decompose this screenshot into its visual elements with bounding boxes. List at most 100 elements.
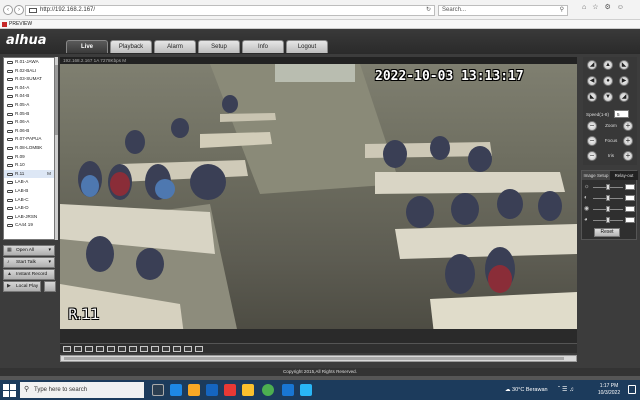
- camera-list-item[interactable]: R.11 M: [4, 169, 54, 179]
- instant-record-button[interactable]: ▲ Instant Record: [3, 269, 55, 280]
- browser-search-input[interactable]: Search... ⚲: [438, 5, 568, 16]
- stream-icon[interactable]: [184, 346, 192, 352]
- slider-value-box[interactable]: [625, 206, 635, 212]
- layout-4-icon[interactable]: [74, 346, 82, 352]
- taskbar-clock[interactable]: 1:17 PM 10/3/2022: [594, 383, 624, 397]
- tab-info[interactable]: Info: [242, 40, 284, 53]
- camera-list-item[interactable]: R.05-B: [4, 110, 54, 119]
- tab-image-setup[interactable]: Image Setup: [582, 171, 610, 180]
- refresh-icon[interactable]: ↻: [426, 6, 431, 15]
- tab-setup[interactable]: Setup: [198, 40, 240, 53]
- app-icon-blue[interactable]: [282, 384, 294, 396]
- file-explorer-icon[interactable]: [188, 384, 200, 396]
- camera-list-scrollbar[interactable]: [55, 57, 58, 240]
- app-icon-red[interactable]: [224, 384, 236, 396]
- gear-icon[interactable]: ⚙: [605, 4, 617, 11]
- audio-icon[interactable]: [162, 346, 170, 352]
- iris-plus-button[interactable]: +: [623, 151, 633, 161]
- tab-playback[interactable]: Playback: [110, 40, 152, 53]
- focus-minus-button[interactable]: −: [587, 136, 597, 146]
- camera-list-item[interactable]: R.03-SUMAT: [4, 75, 54, 84]
- camera-list-item[interactable]: CA44 19: [4, 221, 54, 230]
- fullscreen-icon[interactable]: [118, 346, 126, 352]
- volume-icon[interactable]: ♫: [569, 387, 576, 393]
- notification-icon[interactable]: [628, 385, 636, 394]
- brightness-slider[interactable]: ☼: [584, 183, 636, 192]
- video-scrollbar[interactable]: [60, 355, 577, 362]
- layout-9-icon[interactable]: [85, 346, 93, 352]
- ie-icon[interactable]: [206, 384, 218, 396]
- camera-list-item[interactable]: R.10: [4, 161, 54, 170]
- layout-16-icon[interactable]: [96, 346, 104, 352]
- windows-start-icon[interactable]: [2, 383, 16, 397]
- app-icon-lightblue[interactable]: [300, 384, 312, 396]
- browser-tab-title[interactable]: PREVIEW: [9, 21, 32, 27]
- reset-button[interactable]: Reset: [594, 228, 620, 237]
- scrollbar-thumb[interactable]: [55, 65, 58, 135]
- camera-list-item[interactable]: LAB-A: [4, 178, 54, 187]
- record-icon[interactable]: [140, 346, 148, 352]
- smiley-icon[interactable]: ☺: [617, 4, 630, 11]
- snapshot-icon[interactable]: [129, 346, 137, 352]
- ptz-right-icon[interactable]: ▶: [619, 76, 629, 86]
- zoom-out-button[interactable]: −: [587, 121, 597, 131]
- camera-list-item[interactable]: R.02-BALI: [4, 67, 54, 76]
- camera-list-item[interactable]: R.07-PAPUA: [4, 135, 54, 144]
- settings-icon[interactable]: [195, 346, 203, 352]
- camera-list-item[interactable]: R.05-A: [4, 101, 54, 110]
- camera-stream-mark[interactable]: M: [47, 170, 51, 179]
- ptz-down-right-icon[interactable]: ◢: [619, 92, 629, 102]
- home-icon[interactable]: ⌂: [582, 4, 592, 11]
- chevron-down-icon[interactable]: ▾: [48, 258, 51, 267]
- scrollbar-thumb[interactable]: [64, 357, 564, 360]
- taskbar-search-input[interactable]: ⚲ Type here to search: [20, 382, 144, 398]
- camera-list-item[interactable]: LAB-C: [4, 196, 54, 205]
- zoom-in-button[interactable]: +: [623, 121, 633, 131]
- camera-list-item[interactable]: R.06-B: [4, 127, 54, 136]
- camera-list-item[interactable]: R.04-A: [4, 84, 54, 93]
- close-icon[interactable]: [173, 346, 181, 352]
- camera-list-item[interactable]: LAB-JRSN: [4, 213, 54, 222]
- forward-button[interactable]: ›: [14, 5, 24, 15]
- hue-slider[interactable]: ◕: [584, 216, 636, 225]
- camera-list-item[interactable]: R.04-B: [4, 92, 54, 101]
- saturation-slider[interactable]: ◉: [584, 205, 636, 214]
- weather-widget[interactable]: ☁ 30°C Berawan: [505, 380, 548, 400]
- tab-live[interactable]: Live: [66, 40, 108, 53]
- iris-minus-button[interactable]: −: [587, 151, 597, 161]
- camera-list-item[interactable]: R.01-JAWA: [4, 58, 54, 67]
- search-icon[interactable]: ⚲: [560, 6, 564, 15]
- tab-logout[interactable]: Logout: [286, 40, 328, 53]
- camera-list-item[interactable]: LAB-B: [4, 187, 54, 196]
- local-play-button[interactable]: ▶ Local Play: [3, 281, 56, 292]
- ptz-up-left-icon[interactable]: ◢: [587, 60, 597, 70]
- slider-knob[interactable]: [606, 184, 610, 190]
- chrome-icon[interactable]: [262, 384, 274, 396]
- app-icon-yellow[interactable]: [242, 384, 254, 396]
- camera-list-item[interactable]: R.09: [4, 153, 54, 162]
- slider-knob[interactable]: [606, 217, 610, 223]
- ptz-down-icon[interactable]: ▼: [603, 92, 613, 102]
- ptz-up-right-icon[interactable]: ◣: [619, 60, 629, 70]
- contrast-slider[interactable]: ◐: [584, 194, 636, 203]
- layout-25-icon[interactable]: [107, 346, 115, 352]
- task-view-icon[interactable]: [152, 384, 164, 396]
- ptz-left-icon[interactable]: ◀: [587, 76, 597, 86]
- back-button[interactable]: ‹: [3, 5, 13, 15]
- star-icon[interactable]: ☆: [592, 4, 604, 11]
- slider-value-box[interactable]: [625, 217, 635, 223]
- layout-1-icon[interactable]: [63, 346, 71, 352]
- tab-alarm[interactable]: Alarm: [154, 40, 196, 53]
- local-play-extra-button[interactable]: [44, 281, 56, 292]
- camera-list-item[interactable]: LAB-D: [4, 204, 54, 213]
- slider-knob[interactable]: [606, 195, 610, 201]
- tab-relay-out[interactable]: Relay-out: [610, 171, 638, 180]
- chevron-down-icon[interactable]: ▾: [48, 246, 51, 255]
- slider-value-box[interactable]: [625, 184, 635, 190]
- focus-plus-button[interactable]: +: [623, 136, 633, 146]
- slider-knob[interactable]: [606, 206, 610, 212]
- open-all-button[interactable]: ▦ Open All ▾: [3, 245, 55, 256]
- ptz-auto-icon[interactable]: ●: [603, 76, 613, 86]
- camera-list-item[interactable]: R.06-A: [4, 118, 54, 127]
- zoom-icon[interactable]: [151, 346, 159, 352]
